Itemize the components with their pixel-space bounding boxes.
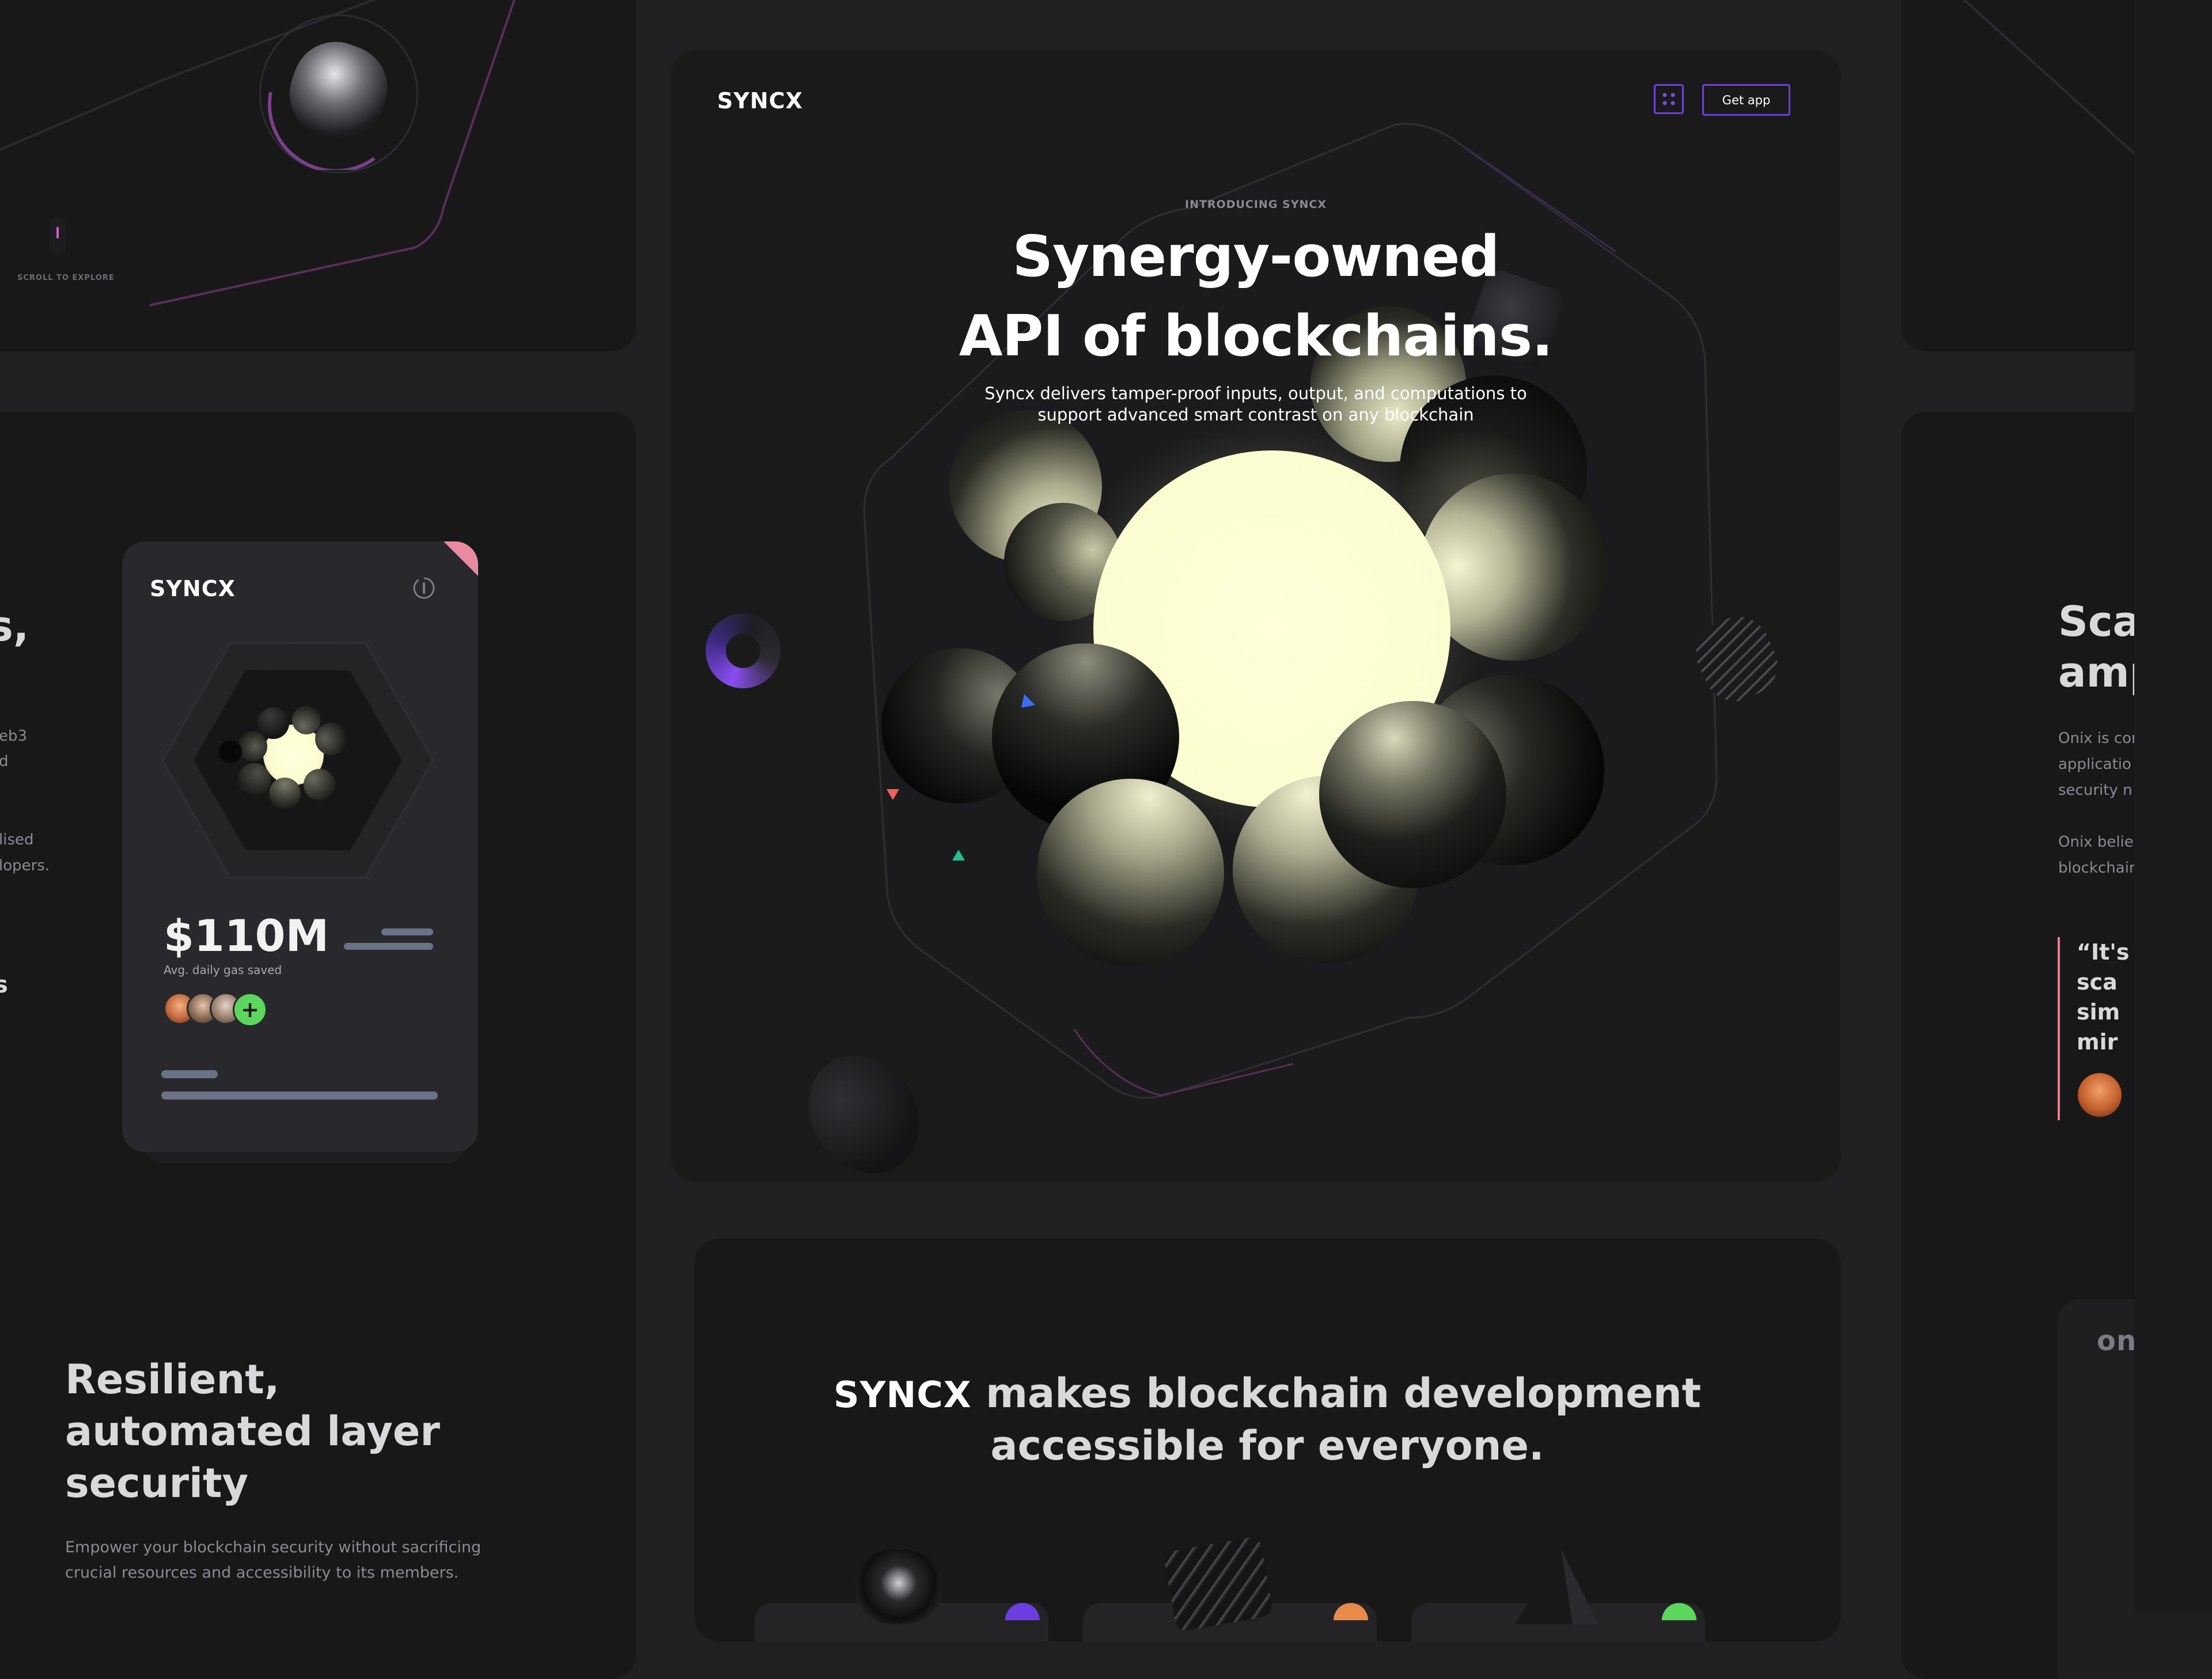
purple-ring-object [706, 613, 781, 688]
get-app-label: Get app [1722, 93, 1771, 107]
triangle-green-icon [952, 850, 965, 861]
menu-button[interactable] [1654, 84, 1684, 114]
bottom-headline-line2: accessible for everyone. [990, 1422, 1544, 1469]
card-sphere-7 [304, 769, 335, 801]
right-paragraph-1: Onix is cor applicatio security n [2058, 726, 2138, 804]
right-paragraph-1-line3: security n [2058, 782, 2133, 799]
bottom-center-panel: SYNCX makes blockchain development acces… [694, 1238, 1840, 1642]
sphere-bottom-right [1319, 701, 1506, 888]
right-paragraph-1-line2: applicatio [2058, 756, 2131, 773]
hero-eyebrow: INTRODUCING SYNCX [1185, 198, 1327, 211]
card-sphere-5 [237, 763, 271, 797]
left-fragment: s [0, 972, 8, 998]
left-text-line4: lopers. [0, 857, 50, 874]
security-title-line2: automated layer [65, 1408, 440, 1455]
right-paragraph-2-line2: blockchair [2058, 859, 2135, 877]
stat-bar-2 [344, 943, 433, 950]
card-logo: SYNCX [150, 576, 236, 601]
right-paragraph-2: Onix belie blockchair [2058, 829, 2135, 881]
knob-object [855, 1549, 942, 1624]
card-sphere-2 [292, 706, 321, 734]
card-sphere-6 [269, 778, 301, 809]
left-heading-fragment: s, [0, 602, 29, 650]
card-sphere-1 [257, 707, 289, 739]
get-app-button[interactable]: Get app [1702, 84, 1790, 116]
quote-line3: sim [2077, 999, 2120, 1025]
progress-bar-long [161, 1091, 438, 1100]
syncx-card[interactable]: SYNCX $110M Avg. daily gas saved + [122, 541, 478, 1152]
scroll-label: SCROLL TO EXPLORE [17, 274, 115, 282]
stat-bar-1 [381, 928, 433, 935]
bottom-headline: SYNCX makes blockchain development acces… [694, 1368, 1840, 1471]
security-body: Empower your blockchain security without… [65, 1535, 481, 1586]
progress-bar-short [161, 1070, 218, 1078]
card-sphere-8 [219, 740, 242, 763]
hero-panel: SYNCX Get app INTRODUCING SYNCX Synergy-… [671, 50, 1840, 1182]
hero-logo[interactable]: SYNCX [717, 88, 803, 113]
hero-subtitle-line1: Syncx delivers tamper-proof inputs, outp… [984, 384, 1527, 403]
connector-object [1163, 1536, 1274, 1632]
cone-object [1515, 1549, 1599, 1624]
add-member-button[interactable]: + [233, 992, 267, 1027]
top-left-panel: SCROLL TO EXPLORE [0, 0, 637, 351]
avatar [2078, 1073, 2122, 1117]
quote-line4: mir [2077, 1029, 2118, 1055]
stat-label: Avg. daily gas saved [164, 963, 282, 977]
hero-title-line2: API of blockchains. [959, 304, 1554, 369]
bottom-headline-line1-text: makes blockchain development [986, 1370, 1702, 1417]
right-paragraph-2-line1: Onix belie [2058, 833, 2134, 851]
security-title-line1: Resilient, [65, 1356, 280, 1403]
sphere-bottom-center-left [1037, 779, 1224, 966]
left-text-line3: lised [0, 831, 34, 848]
card-sphere-3 [237, 732, 267, 761]
scroll-indicator-dot [56, 227, 59, 238]
stat-value: $110M [164, 910, 329, 961]
hero-title: Synergy-owned API of blockchains. [671, 217, 1840, 376]
left-text-line1: eb3 [0, 727, 28, 745]
quote-text: “It's sca sim mir [2077, 937, 2130, 1057]
security-title: Resilient, automated layer security [65, 1354, 440, 1509]
left-middle-panel: s, eb3 d lised lopers. s SYNCX $110M Avg… [0, 412, 637, 1679]
scroll-indicator[interactable] [49, 218, 66, 255]
card-sphere-4 [315, 723, 347, 755]
quote-line2: sca [2077, 969, 2118, 995]
quote-line1: “It's [2077, 939, 2130, 965]
triangle-blue-icon [1021, 694, 1035, 708]
security-body-line1: Empower your blockchain security without… [65, 1538, 482, 1556]
right-edge [2134, 0, 2212, 1613]
hero-title-line1: Synergy-owned [1012, 224, 1500, 290]
inline-brand: SYNCX [833, 1374, 972, 1416]
right-card-fragment: on [2097, 1325, 2137, 1357]
security-body-line2: crucial resources and accessibility to i… [65, 1564, 459, 1582]
grid-menu-icon [1662, 93, 1675, 105]
right-paragraph-1-line1: Onix is cor [2058, 730, 2138, 747]
card-corner-accent [441, 541, 478, 579]
triangle-red-icon [887, 789, 899, 800]
security-title-line3: security [65, 1460, 249, 1507]
quote-accent-bar [2058, 937, 2060, 1120]
hero-subtitle-line2: support advanced smart contrast on any b… [1037, 405, 1474, 425]
bottom-headline-line1: SYNCX makes blockchain development [694, 1368, 1840, 1420]
left-text-line2: d [0, 753, 9, 770]
plus-icon: + [241, 997, 259, 1022]
hero-subtitle: Syncx delivers tamper-proof inputs, outp… [671, 383, 1840, 426]
sync-icon[interactable] [410, 574, 438, 602]
